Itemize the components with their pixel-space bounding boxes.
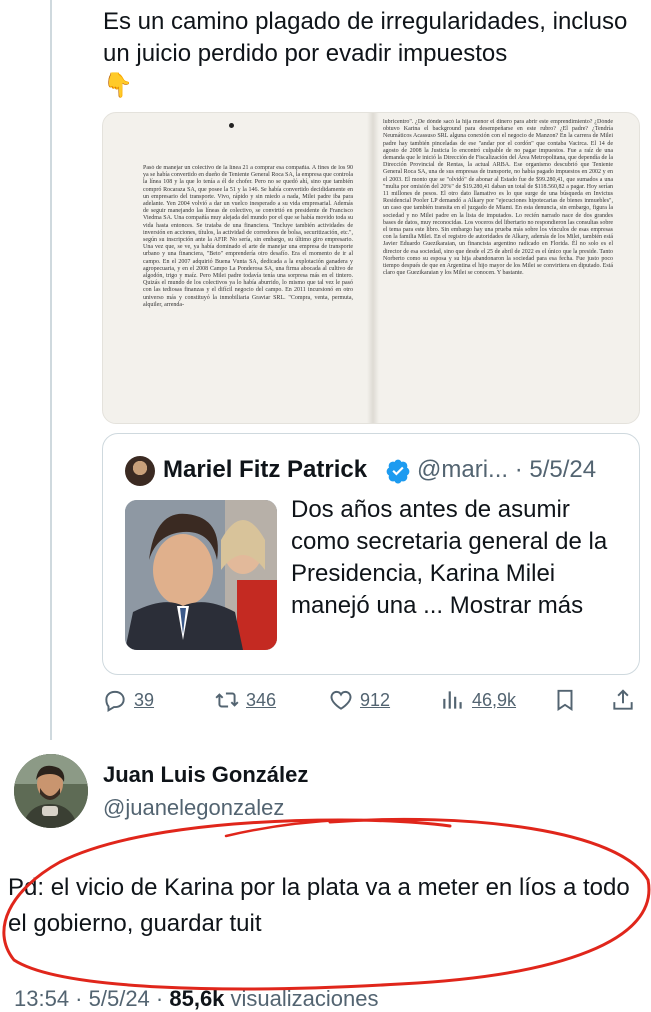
view-count: 46,9k xyxy=(472,689,517,710)
avatar-illustration xyxy=(14,754,88,828)
quoted-tweet-card[interactable]: Mariel Fitz Patrick @mari... · 5/5/24 Do… xyxy=(102,433,640,675)
photo-illustration xyxy=(125,500,277,650)
bookmark-button[interactable] xyxy=(552,684,578,716)
pointing-down-emoji: 👇 xyxy=(103,72,133,99)
thread-connector-line xyxy=(50,0,52,740)
retweet-icon xyxy=(215,692,239,708)
share-button[interactable] xyxy=(610,684,636,716)
reply-views-count: 85,6k xyxy=(169,986,225,1011)
retweet-count: 346 xyxy=(246,689,277,710)
book-right-column: lubricentro". ¿De dónde sacó la hija men… xyxy=(383,119,613,277)
tweet-text: Es un camino plagado de irregularidades,… xyxy=(103,6,643,102)
book-gutter xyxy=(367,113,379,423)
retweet-button[interactable]: 346 xyxy=(214,684,276,716)
like-count: 912 xyxy=(360,689,391,710)
tweet-action-bar: 39 346 912 46,9k xyxy=(102,684,638,716)
verified-badge-icon xyxy=(386,459,410,484)
reply-count: 39 xyxy=(134,689,155,710)
quoted-tweet-photo[interactable] xyxy=(125,500,277,650)
quoted-tweet-date[interactable]: 5/5/24 xyxy=(529,456,596,483)
reply-icon xyxy=(105,690,125,713)
reply-author-name[interactable]: Juan Luis González xyxy=(103,762,308,788)
quoted-author-meta: @mari... · 5/5/24 xyxy=(417,456,596,484)
quoted-author-handle[interactable]: @mari... xyxy=(417,456,508,483)
heart-icon xyxy=(330,690,352,710)
page-ornament xyxy=(229,123,234,128)
reply-author-avatar[interactable] xyxy=(14,754,88,828)
book-left-column: Pasó de manejar un colectivo de la línea… xyxy=(143,165,353,308)
reply-button[interactable]: 39 xyxy=(102,684,154,716)
reply-text: Pd: el vicio de Karina por la plata va a… xyxy=(8,874,630,937)
reply-meta: 13:54 · 5/5/24 · 85,6k visualizaciones xyxy=(14,986,379,1011)
reply-date[interactable]: 5/5/24 xyxy=(89,986,150,1011)
views-button[interactable]: 46,9k xyxy=(440,684,516,716)
analytics-icon xyxy=(443,691,462,709)
bookmark-icon xyxy=(557,689,573,712)
tweet-text-body: Es un camino plagado de irregularidades,… xyxy=(103,8,628,67)
reply-views-label: visualizaciones xyxy=(230,986,379,1011)
share-icon xyxy=(613,689,633,710)
quoted-tweet-text: Dos años antes de asumir como secretaria… xyxy=(291,496,608,619)
tweet-media-book-scan[interactable]: Pasó de manejar un colectivo de la línea… xyxy=(102,112,640,424)
reply-author-handle[interactable]: @juanelegonzalez xyxy=(103,795,284,821)
meta-separator: · xyxy=(514,456,523,483)
quoted-author-name[interactable]: Mariel Fitz Patrick xyxy=(163,456,367,484)
quoted-author-avatar[interactable] xyxy=(125,456,155,486)
like-button[interactable]: 912 xyxy=(328,684,390,716)
reply-time[interactable]: 13:54 xyxy=(14,986,69,1011)
